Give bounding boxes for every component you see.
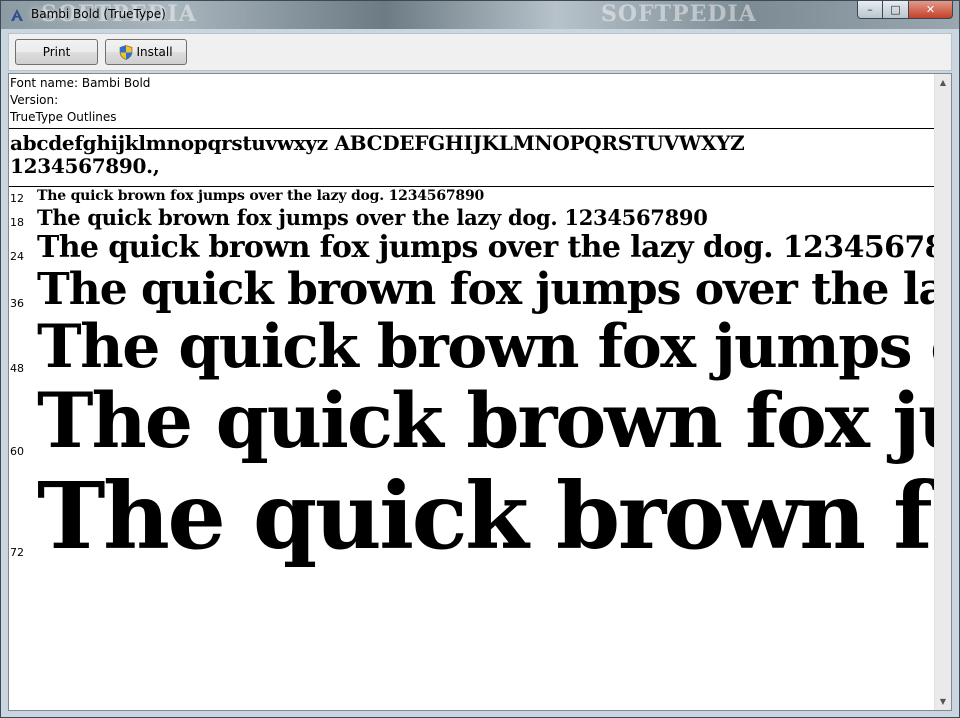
sample-size-label: 36 [10, 297, 24, 310]
font-version-line: Version: [10, 93, 59, 107]
sample-text: The quick brown fox jumps over the lazy … [37, 376, 935, 465]
window-title: Bambi Bold (TrueType) [31, 7, 166, 21]
sample-text: The quick brown fox jumps over the lazy … [37, 230, 935, 265]
print-button[interactable]: Print [15, 39, 98, 65]
sample-size-label: 18 [10, 216, 24, 229]
separator-line [9, 128, 935, 129]
minimize-button[interactable]: – [857, 1, 883, 19]
font-name-line: Font name: Bambi Bold [10, 76, 151, 90]
sample-row-36: 36 The quick brown fox jumps over the la… [9, 264, 935, 315]
close-button[interactable]: ✕ [909, 1, 953, 19]
vertical-scrollbar[interactable]: ▲ ▼ [934, 74, 951, 710]
maximize-button[interactable]: □ [883, 1, 909, 19]
sample-text: The quick brown fox jumps over the lazy … [37, 188, 485, 204]
watermark-text: SOFTPEDIA [601, 1, 757, 27]
sample-row-24: 24 The quick brown fox jumps over the la… [9, 230, 935, 265]
scroll-up-arrow-icon[interactable]: ▲ [935, 74, 951, 91]
uac-shield-icon [120, 44, 133, 60]
preview-viewport: Font name: Bambi Bold Version: TrueType … [9, 74, 935, 710]
scroll-down-arrow-icon[interactable]: ▼ [935, 693, 951, 710]
sample-text: The quick brown fox jumps over the lazy … [37, 312, 935, 382]
font-viewer-window: SOFTPEDIA SOFTPEDIA Bambi Bold (TrueType… [0, 0, 960, 718]
install-button[interactable]: Install [105, 39, 187, 65]
sample-row-48: 48 The quick brown fox jumps over the la… [9, 312, 935, 382]
font-file-icon [11, 9, 23, 21]
sample-text: The quick brown fox jumps over the lazy … [37, 462, 935, 570]
font-type-line: TrueType Outlines [10, 110, 117, 124]
charset-digits: 1234567890., [10, 154, 160, 178]
sample-row-12: 12 The quick brown fox jumps over the la… [9, 188, 935, 205]
sample-size-label: 48 [10, 362, 24, 375]
sample-text: The quick brown fox jumps over the lazy … [37, 264, 935, 315]
font-preview-pane[interactable]: Font name: Bambi Bold Version: TrueType … [8, 73, 952, 711]
sample-text: The quick brown fox jumps over the lazy … [37, 205, 708, 230]
title-bar[interactable]: SOFTPEDIA SOFTPEDIA Bambi Bold (TrueType… [1, 1, 959, 29]
separator-line [9, 186, 935, 187]
character-set: abcdefghijklmnopqrstuvwxyz ABCDEFGHIJKLM… [10, 132, 890, 178]
install-button-label: Install [136, 45, 173, 59]
toolbar: Print Install [8, 33, 952, 71]
sample-size-label: 60 [10, 445, 24, 458]
charset-letters: abcdefghijklmnopqrstuvwxyz ABCDEFGHIJKLM… [10, 131, 745, 155]
sample-row-72: 72 The quick brown fox jumps over the la… [9, 462, 935, 570]
sample-size-label: 24 [10, 250, 24, 263]
sample-row-60: 60 The quick brown fox jumps over the la… [9, 376, 935, 465]
sample-size-label: 72 [10, 546, 24, 559]
sample-row-18: 18 The quick brown fox jumps over the la… [9, 204, 935, 230]
window-controls: – □ ✕ [857, 1, 953, 21]
